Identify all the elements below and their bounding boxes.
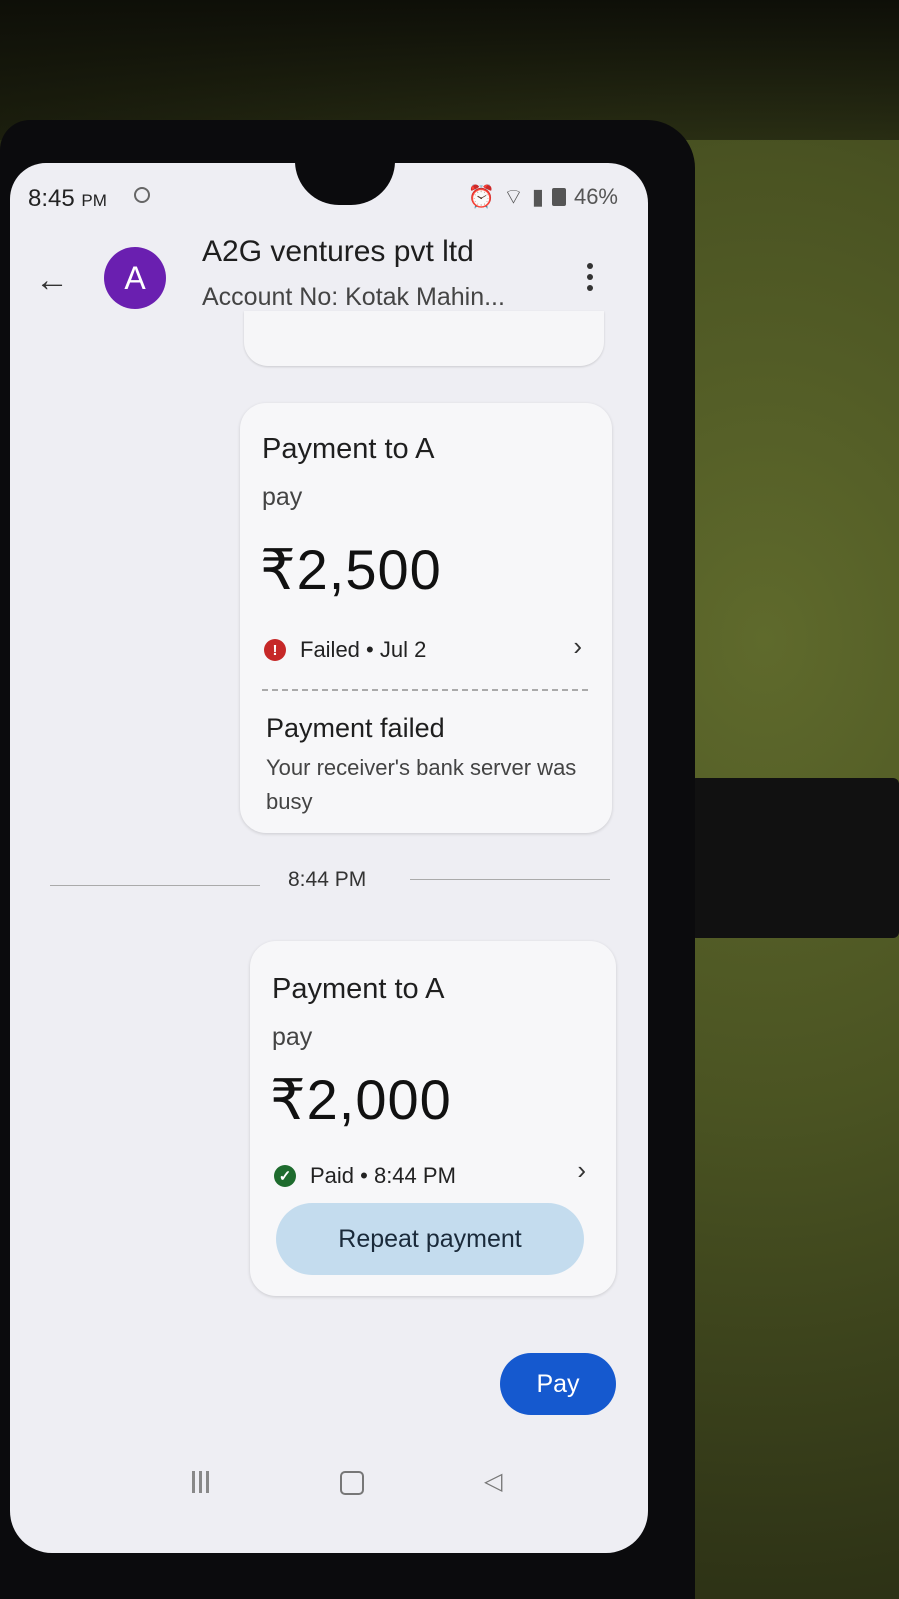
separator-line (410, 879, 610, 880)
alarm-icon: ⏰ (467, 184, 496, 209)
payment-amount: ₹2,000 (270, 1068, 452, 1131)
nav-back-icon[interactable]: ◁ (484, 1467, 502, 1496)
payment-memo: pay (262, 483, 303, 511)
failure-description: Your receiver's bank server was busy (266, 755, 577, 814)
recent-apps-icon[interactable] (192, 1471, 214, 1493)
payment-status: Paid • 8:44 PM (310, 1163, 456, 1188)
background-top (0, 0, 899, 140)
avatar[interactable]: A (104, 247, 166, 309)
payment-status-row[interactable]: ✓ Paid • 8:44 PM (274, 1163, 456, 1189)
chevron-right-icon[interactable]: › (577, 1155, 586, 1186)
battery-percent: 46% (573, 184, 618, 209)
error-icon: ! (264, 639, 286, 661)
account-subtitle: Account No: Kotak Mahin... (202, 283, 505, 311)
payment-status-row[interactable]: ! Failed • Jul 2 (264, 637, 426, 663)
battery-icon (551, 188, 566, 206)
background-strap (690, 778, 899, 938)
payment-card-failed[interactable]: Payment to A pay ₹2,500 ! Failed • Jul 2… (240, 403, 612, 833)
dashed-divider (262, 689, 588, 691)
separator-line (50, 885, 260, 886)
notification-icon (134, 187, 150, 203)
system-nav-bar: ◁ (10, 1453, 648, 1523)
message-time-separator: 8:44 PM (288, 868, 367, 891)
failure-title: Payment failed (266, 713, 445, 743)
signal-icon: ▮ (531, 184, 544, 209)
wifi-icon: ⌔ (503, 184, 524, 209)
phone-screen: 8:45 PM ⏰ ⌔ ▮ 46% ← A A2G ventures pvt l… (10, 163, 648, 1553)
payment-title: Payment to A (272, 973, 445, 1005)
contact-name[interactable]: A2G ventures pvt ltd (202, 235, 474, 269)
back-arrow-icon[interactable]: ← (32, 261, 72, 300)
status-icons: ⏰ ⌔ ▮ 46% (468, 183, 618, 211)
payment-memo: pay (272, 1023, 313, 1051)
status-bar: 8:45 PM ⏰ ⌔ ▮ 46% (10, 163, 648, 213)
home-icon[interactable] (340, 1471, 364, 1495)
status-time: 8:45 PM (28, 185, 107, 213)
previous-card-edge (244, 311, 604, 366)
repeat-payment-button[interactable]: Repeat payment (276, 1203, 584, 1275)
chevron-right-icon[interactable]: › (573, 631, 582, 662)
check-icon: ✓ (274, 1165, 296, 1187)
status-time-value: 8:45 (28, 185, 75, 212)
payment-title: Payment to A (262, 433, 435, 465)
pay-button[interactable]: Pay (500, 1353, 616, 1415)
more-options-icon[interactable] (584, 263, 596, 291)
status-time-suffix: PM (81, 191, 107, 210)
payment-amount: ₹2,500 (260, 538, 442, 601)
payment-card-paid[interactable]: Payment to A pay ₹2,000 ✓ Paid • 8:44 PM… (250, 941, 616, 1296)
payment-status: Failed • Jul 2 (300, 637, 427, 662)
